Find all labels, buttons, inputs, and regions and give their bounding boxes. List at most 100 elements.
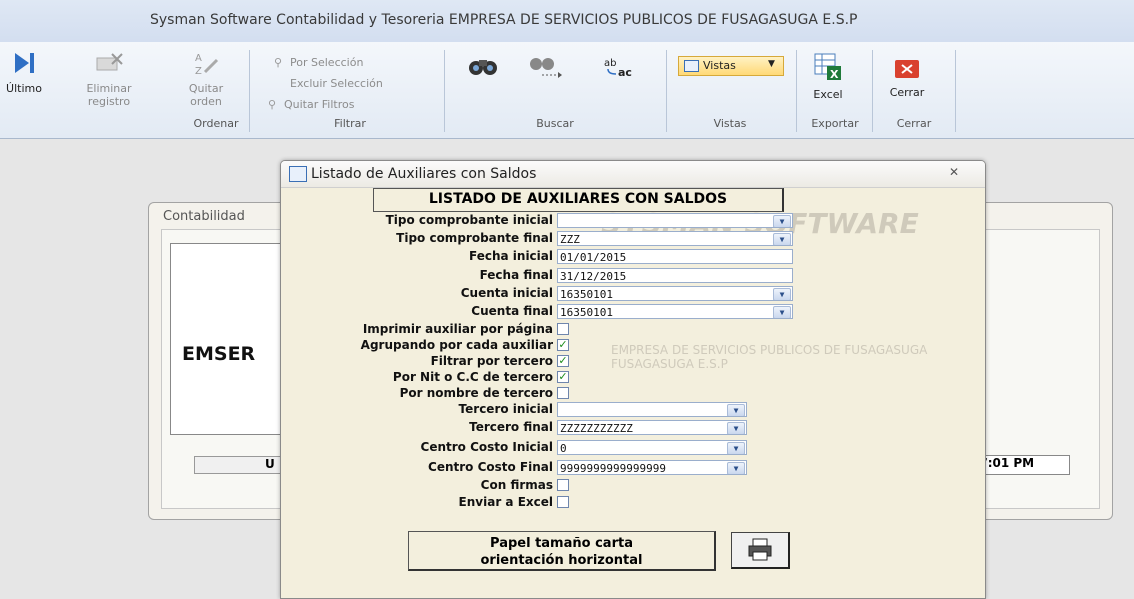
delete-record-button[interactable]: Eliminar registro <box>86 50 132 108</box>
group-label-exportar: Exportar <box>811 117 859 130</box>
chevron-down-icon[interactable]: ▼ <box>773 306 791 318</box>
sort-az-icon: AZ <box>195 53 219 76</box>
close-button[interactable]: Cerrar <box>884 58 930 99</box>
paper-line-1: Papel tamaño carta <box>490 536 633 551</box>
by-selection-button[interactable]: ⚲ Por Selección <box>274 56 363 69</box>
clear-sort-button[interactable]: AZ Quitar orden <box>186 50 226 108</box>
excel-icon: X <box>814 53 841 81</box>
label-filtrar-tercero: Filtrar por tercero <box>430 354 553 368</box>
label-fecha-final: Fecha final <box>479 268 553 282</box>
chevron-down-icon[interactable]: ▼ <box>727 422 745 434</box>
tipo-final-value: ZZZ <box>560 233 580 246</box>
binoculars-icon <box>469 60 497 75</box>
paper-size-label: Papel tamaño carta orientación horizonta… <box>408 531 716 571</box>
clear-sort-label-1: Quitar <box>188 82 224 95</box>
chevron-down-icon[interactable]: ▼ <box>773 215 791 227</box>
views-icon <box>684 60 699 72</box>
svg-text:Z: Z <box>195 66 202 76</box>
filtrar-tercero-checkbox[interactable]: ✓ <box>557 355 569 367</box>
print-button[interactable] <box>731 532 790 569</box>
tercero-final-select[interactable]: ZZZZZZZZZZZ ▼ <box>557 420 747 435</box>
label-por-nit: Por Nit o C.C de tercero <box>392 370 553 384</box>
company-short-name: EMSER <box>182 343 256 365</box>
cuenta-final-value: 16350101 <box>560 306 613 319</box>
cc-final-value: 9999999999999999 <box>560 462 666 475</box>
label-cc-inicial: Centro Costo Inicial <box>420 440 553 454</box>
user-prefix: U <box>265 457 275 471</box>
label-con-firmas: Con firmas <box>480 478 553 492</box>
background-form-title: Contabilidad <box>163 209 245 224</box>
cc-final-select[interactable]: 9999999999999999 ▼ <box>557 460 747 475</box>
ribbon: Último Eliminar registro AZ Quitar orden… <box>0 42 1134 139</box>
label-tercero-inicial: Tercero inicial <box>458 402 553 416</box>
window-title: Sysman Software Contabilidad y Tesoreria… <box>150 12 858 28</box>
fecha-inicial-input[interactable]: 01/01/2015 <box>557 249 793 264</box>
export-excel-button[interactable]: X Excel <box>806 52 850 101</box>
imprimir-pagina-checkbox[interactable] <box>557 323 569 335</box>
enviar-excel-checkbox[interactable] <box>557 496 569 508</box>
app-title-bar: Sysman Software Contabilidad y Tesoreria… <box>0 0 1134 42</box>
group-label-vistas: Vistas <box>713 117 747 130</box>
tercero-final-value: ZZZZZZZZZZZ <box>560 422 633 435</box>
tipo-inicial-select[interactable]: ▼ <box>557 213 793 228</box>
views-label: Vistas <box>703 59 736 72</box>
group-label-filtrar: Filtrar <box>334 117 366 130</box>
con-firmas-checkbox[interactable] <box>557 479 569 491</box>
exclude-selection-button[interactable]: Excluir Selección <box>290 77 383 90</box>
views-dropdown[interactable]: Vistas ▼ <box>678 56 784 76</box>
dialog-close-icon[interactable]: ✕ <box>949 165 959 179</box>
chevron-down-icon[interactable]: ▼ <box>727 442 745 454</box>
by-selection-label: Por Selección <box>290 56 364 69</box>
delete-record-label-2: registro <box>87 95 131 108</box>
ribbon-separator <box>796 50 797 132</box>
chevron-down-icon[interactable]: ▼ <box>727 404 745 416</box>
last-record-button[interactable]: Último <box>4 50 44 95</box>
replace-button[interactable]: ab ac <box>602 56 636 84</box>
chevron-down-icon[interactable]: ▼ <box>773 288 791 300</box>
find-button[interactable] <box>466 54 500 84</box>
chevron-down-icon[interactable]: ▼ <box>773 233 791 245</box>
label-fecha-inicial: Fecha inicial <box>469 249 553 263</box>
tipo-final-select[interactable]: ZZZ ▼ <box>557 231 793 246</box>
report-header: LISTADO DE AUXILIARES CON SALDOS <box>373 188 784 212</box>
last-record-icon <box>15 53 34 73</box>
filter-selection-icon: ⚲ <box>274 56 283 69</box>
por-nit-checkbox[interactable]: ✓ <box>557 371 569 383</box>
tercero-inicial-select[interactable]: ▼ <box>557 402 747 417</box>
paper-line-2: orientación horizontal <box>480 553 643 568</box>
cuenta-final-select[interactable]: 16350101 ▼ <box>557 304 793 319</box>
cuenta-inicial-select[interactable]: 16350101 ▼ <box>557 286 793 301</box>
group-label-buscar: Buscar <box>536 117 574 130</box>
replace-ab-ac-icon: abac <box>604 58 632 78</box>
label-tipo-inicial: Tipo comprobante inicial <box>385 213 553 227</box>
clear-filters-button[interactable]: ⚲ Quitar Filtros <box>268 98 354 111</box>
label-cuenta-inicial: Cuenta inicial <box>460 286 553 300</box>
label-cuenta-final: Cuenta final <box>471 304 553 318</box>
label-cc-final: Centro Costo Final <box>428 460 553 474</box>
clear-filter-icon: ⚲ <box>268 98 277 111</box>
goto-button[interactable] <box>528 54 562 84</box>
label-por-nombre: Por nombre de tercero <box>399 386 553 400</box>
clear-filters-label: Quitar Filtros <box>284 98 355 111</box>
dialog-title: Listado de Auxiliares con Saldos <box>311 166 537 182</box>
watermark-company-2: FUSAGASUGA E.S.P <box>611 357 728 371</box>
svg-text:ab: ab <box>604 58 616 69</box>
ribbon-separator <box>249 50 250 132</box>
label-tipo-final: Tipo comprobante final <box>396 231 553 245</box>
form-icon <box>289 166 307 182</box>
group-label-cerrar: Cerrar <box>896 117 932 130</box>
fecha-final-input[interactable]: 31/12/2015 <box>557 268 793 283</box>
por-nombre-checkbox[interactable] <box>557 387 569 399</box>
chevron-down-icon[interactable]: ▼ <box>727 462 745 474</box>
cc-inicial-select[interactable]: 0 ▼ <box>557 440 747 455</box>
excel-label: Excel <box>813 88 843 101</box>
svg-text:X: X <box>830 68 839 81</box>
label-tercero-final: Tercero final <box>469 420 553 434</box>
logo-box <box>170 243 290 435</box>
watermark-company: EMPRESA DE SERVICIOS PUBLICOS DE FUSAGAS… <box>611 343 928 357</box>
agrupando-checkbox[interactable]: ✓ <box>557 339 569 351</box>
dialog-title-bar: Listado de Auxiliares con Saldos ✕ <box>281 161 985 188</box>
delete-record-icon <box>96 53 123 71</box>
label-enviar-excel: Enviar a Excel <box>458 495 553 509</box>
label-imprimir-pagina: Imprimir auxiliar por página <box>362 322 553 336</box>
